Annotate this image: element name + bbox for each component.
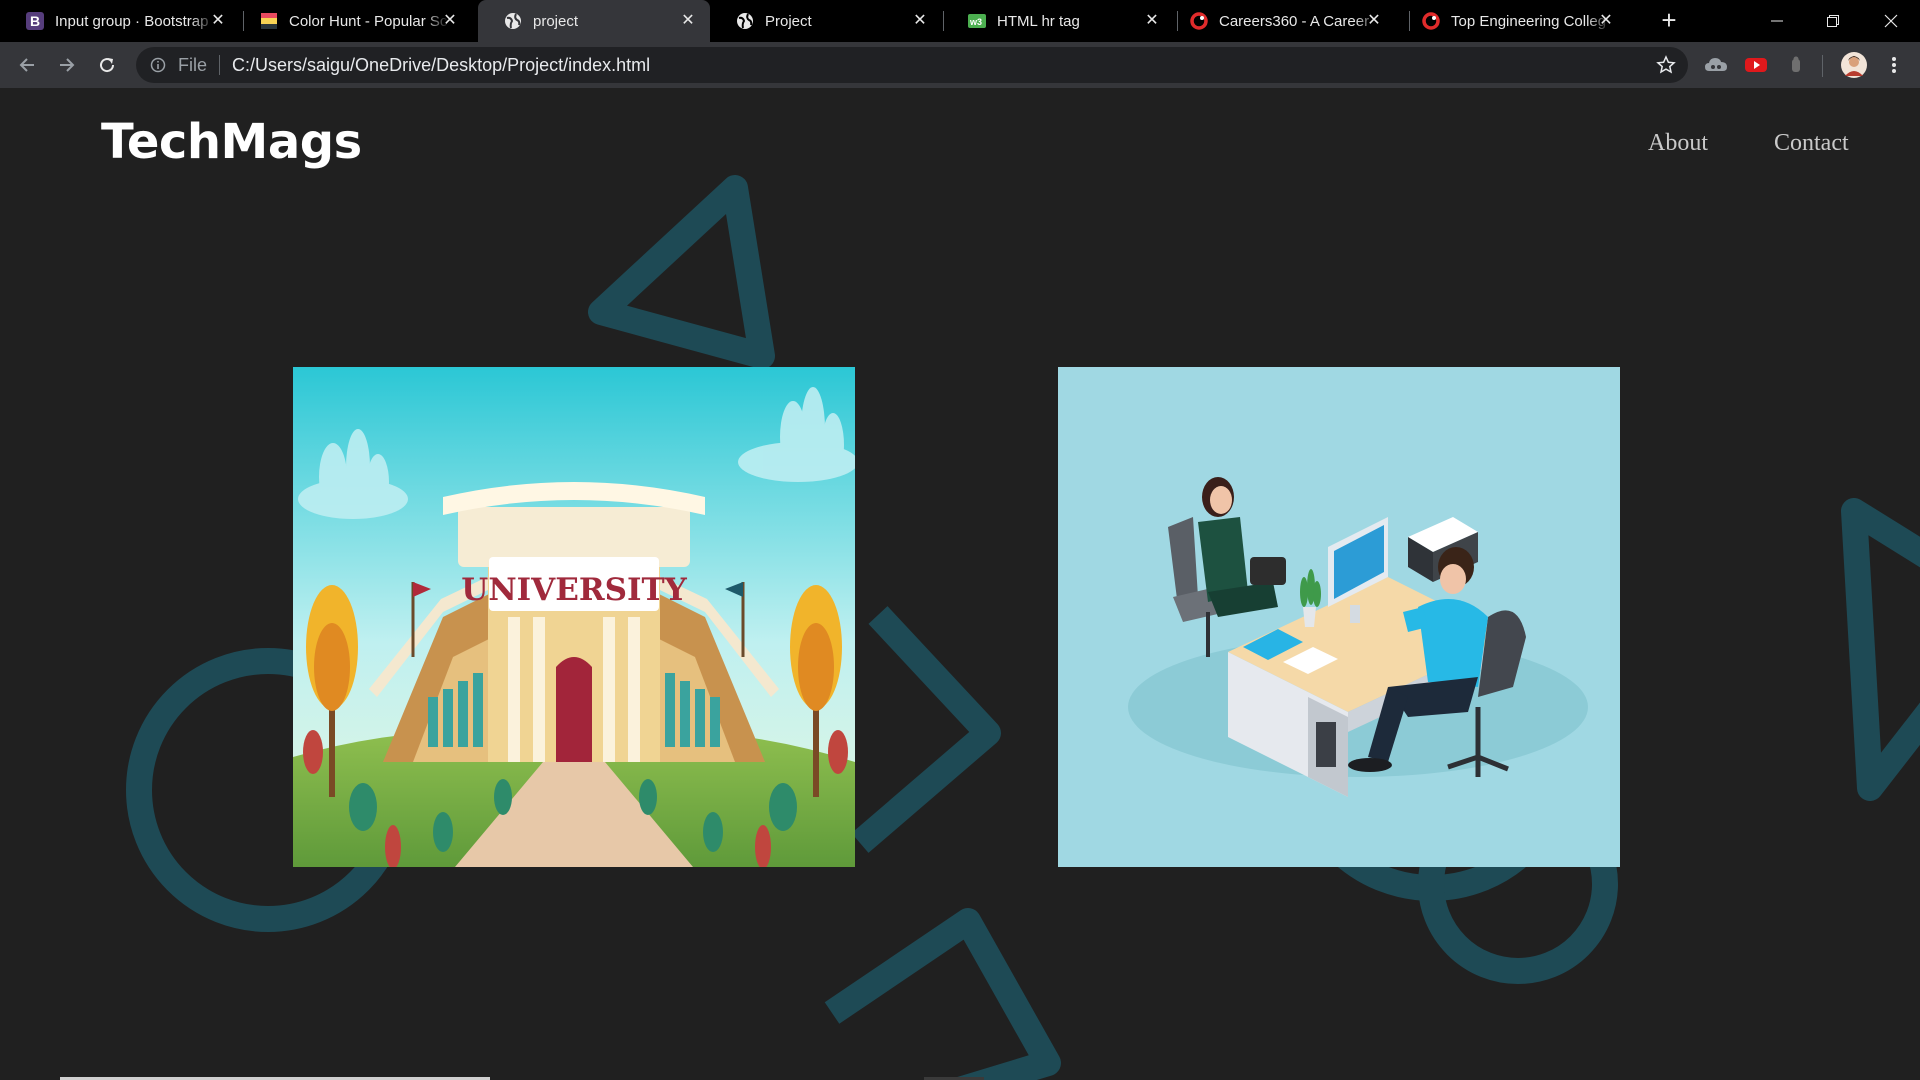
close-icon[interactable]: ✕ [912,13,928,29]
address-divider [219,55,221,75]
restore-button[interactable] [1806,0,1860,42]
tab-project[interactable]: Project ✕ [710,0,942,42]
tab-title: Project [765,12,812,30]
extension-cloud-icon[interactable] [1704,53,1728,77]
minimize-button[interactable] [1750,0,1804,42]
tab-title: project [533,12,579,30]
diamond-shape [851,606,1001,853]
address-bar[interactable]: File C:/Users/saigu/OneDrive/Desktop/Pro… [136,47,1688,83]
tab-html-hr[interactable]: w3 HTML hr tag ✕ [942,0,1174,42]
tab-color-hunt[interactable]: Color Hunt - Popular Sc ✕ [234,0,472,42]
close-icon [1884,14,1898,28]
browser-tab-strip: B Input group · Bootstrap ✕ Color Hunt -… [0,0,1920,42]
tab-title: Careers360 - A Career [1219,12,1370,30]
restore-icon [1827,15,1839,27]
tab-title: Input group · Bootstrap [55,12,209,30]
toolbar-divider [1822,55,1823,77]
forward-button[interactable] [53,51,81,79]
color-hunt-icon [260,12,278,30]
info-icon[interactable] [150,57,166,73]
extension-puzzle-icon[interactable] [1784,53,1808,77]
globe-icon [736,12,754,30]
minimize-icon [1771,20,1783,22]
w3-icon: w3 [968,12,986,30]
new-tab-button[interactable]: + [1656,7,1682,34]
office-desk-illustration[interactable] [1058,367,1620,867]
menu-kebab-icon[interactable] [1882,53,1906,77]
close-icon[interactable]: ✕ [1144,13,1160,29]
avatar[interactable] [1840,51,1868,79]
close-icon[interactable]: ✕ [210,13,226,29]
close-window-button[interactable] [1864,0,1918,42]
tab-title: HTML hr tag [997,12,1080,30]
triangle-shape [1841,498,1920,801]
tab-title: Top Engineering Colleg [1451,12,1607,30]
triangle-shape [588,175,775,369]
close-icon[interactable]: ✕ [680,13,696,29]
close-icon[interactable]: ✕ [442,13,458,29]
bookmark-star-icon[interactable] [1656,55,1676,75]
arrow-right-icon [60,58,75,72]
svg-text:B: B [30,13,40,29]
svg-text:w3: w3 [969,17,982,27]
extension-youtube-icon[interactable] [1744,53,1768,77]
tab-project-active[interactable]: project ✕ [478,0,710,42]
university-illustration[interactable]: UNIVERSITY [293,367,855,867]
address-scheme: File [178,54,208,75]
back-button[interactable] [13,51,41,79]
tab-title: Color Hunt - Popular Sc [289,12,448,30]
reload-button[interactable] [93,51,121,79]
careers360-icon [1190,12,1208,30]
bootstrap-icon: B [26,12,44,30]
page-viewport: TechMags About Contact UNIVERSITY [0,88,1920,1080]
browser-toolbar: File C:/Users/saigu/OneDrive/Desktop/Pro… [0,42,1920,88]
careers360-icon [1422,12,1440,30]
diamond-shape [824,908,1061,1080]
tab-top-engineering[interactable]: Top Engineering Colleg ✕ [1396,0,1628,42]
background-shapes [126,175,1920,1080]
tab-bootstrap[interactable]: B Input group · Bootstrap ✕ [0,0,240,42]
university-sign-text: UNIVERSITY [461,572,687,608]
globe-icon [504,12,522,30]
close-icon[interactable]: ✕ [1366,13,1382,29]
site-brand[interactable]: TechMags [101,114,362,170]
reload-icon [100,58,115,73]
tab-careers360[interactable]: Careers360 - A Career ✕ [1164,0,1396,42]
close-icon[interactable]: ✕ [1598,13,1614,29]
address-url[interactable]: C:/Users/saigu/OneDrive/Desktop/Project/… [232,55,650,76]
nav-link-contact[interactable]: Contact [1774,130,1849,157]
arrow-left-icon [19,58,34,72]
nav-link-about[interactable]: About [1648,130,1708,157]
